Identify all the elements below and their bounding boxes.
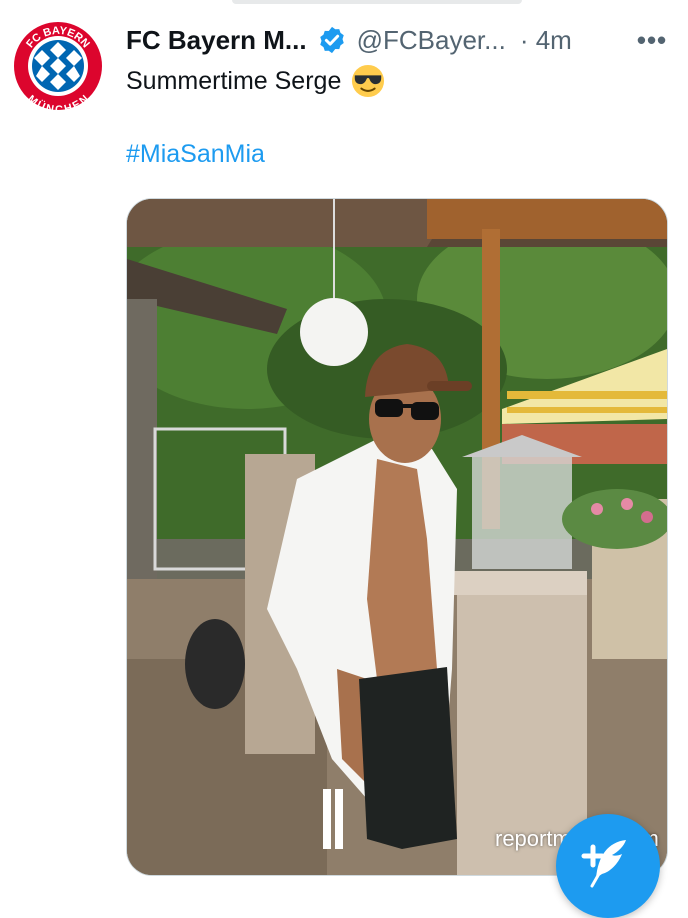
scroll-indicator xyxy=(232,0,522,4)
avatar[interactable]: FC BAYERN MÜNCHEN xyxy=(10,20,106,116)
tweet-photo[interactable] xyxy=(126,198,668,876)
photo-image xyxy=(127,199,667,875)
tweet-body: Summertime Serge xyxy=(126,67,342,95)
tweet-text: Summertime Serge xyxy=(126,64,385,98)
hashtag-link[interactable]: #MiaSanMia xyxy=(126,140,265,169)
sunglasses-emoji-icon xyxy=(352,64,385,98)
tweet-header: FC Bayern M... @FCBayer... · 4m ••• xyxy=(126,22,676,58)
compose-tweet-button[interactable] xyxy=(556,814,660,918)
tweet-timestamp[interactable]: · 4m xyxy=(520,25,572,56)
more-options-icon[interactable]: ••• xyxy=(634,22,670,58)
fc-bayern-logo-icon: FC BAYERN MÜNCHEN xyxy=(12,20,104,116)
compose-tweet-icon xyxy=(581,840,626,888)
user-handle[interactable]: @FCBayer... xyxy=(357,25,506,56)
verified-badge-icon xyxy=(319,26,344,54)
display-name[interactable]: FC Bayern M... xyxy=(126,25,307,56)
